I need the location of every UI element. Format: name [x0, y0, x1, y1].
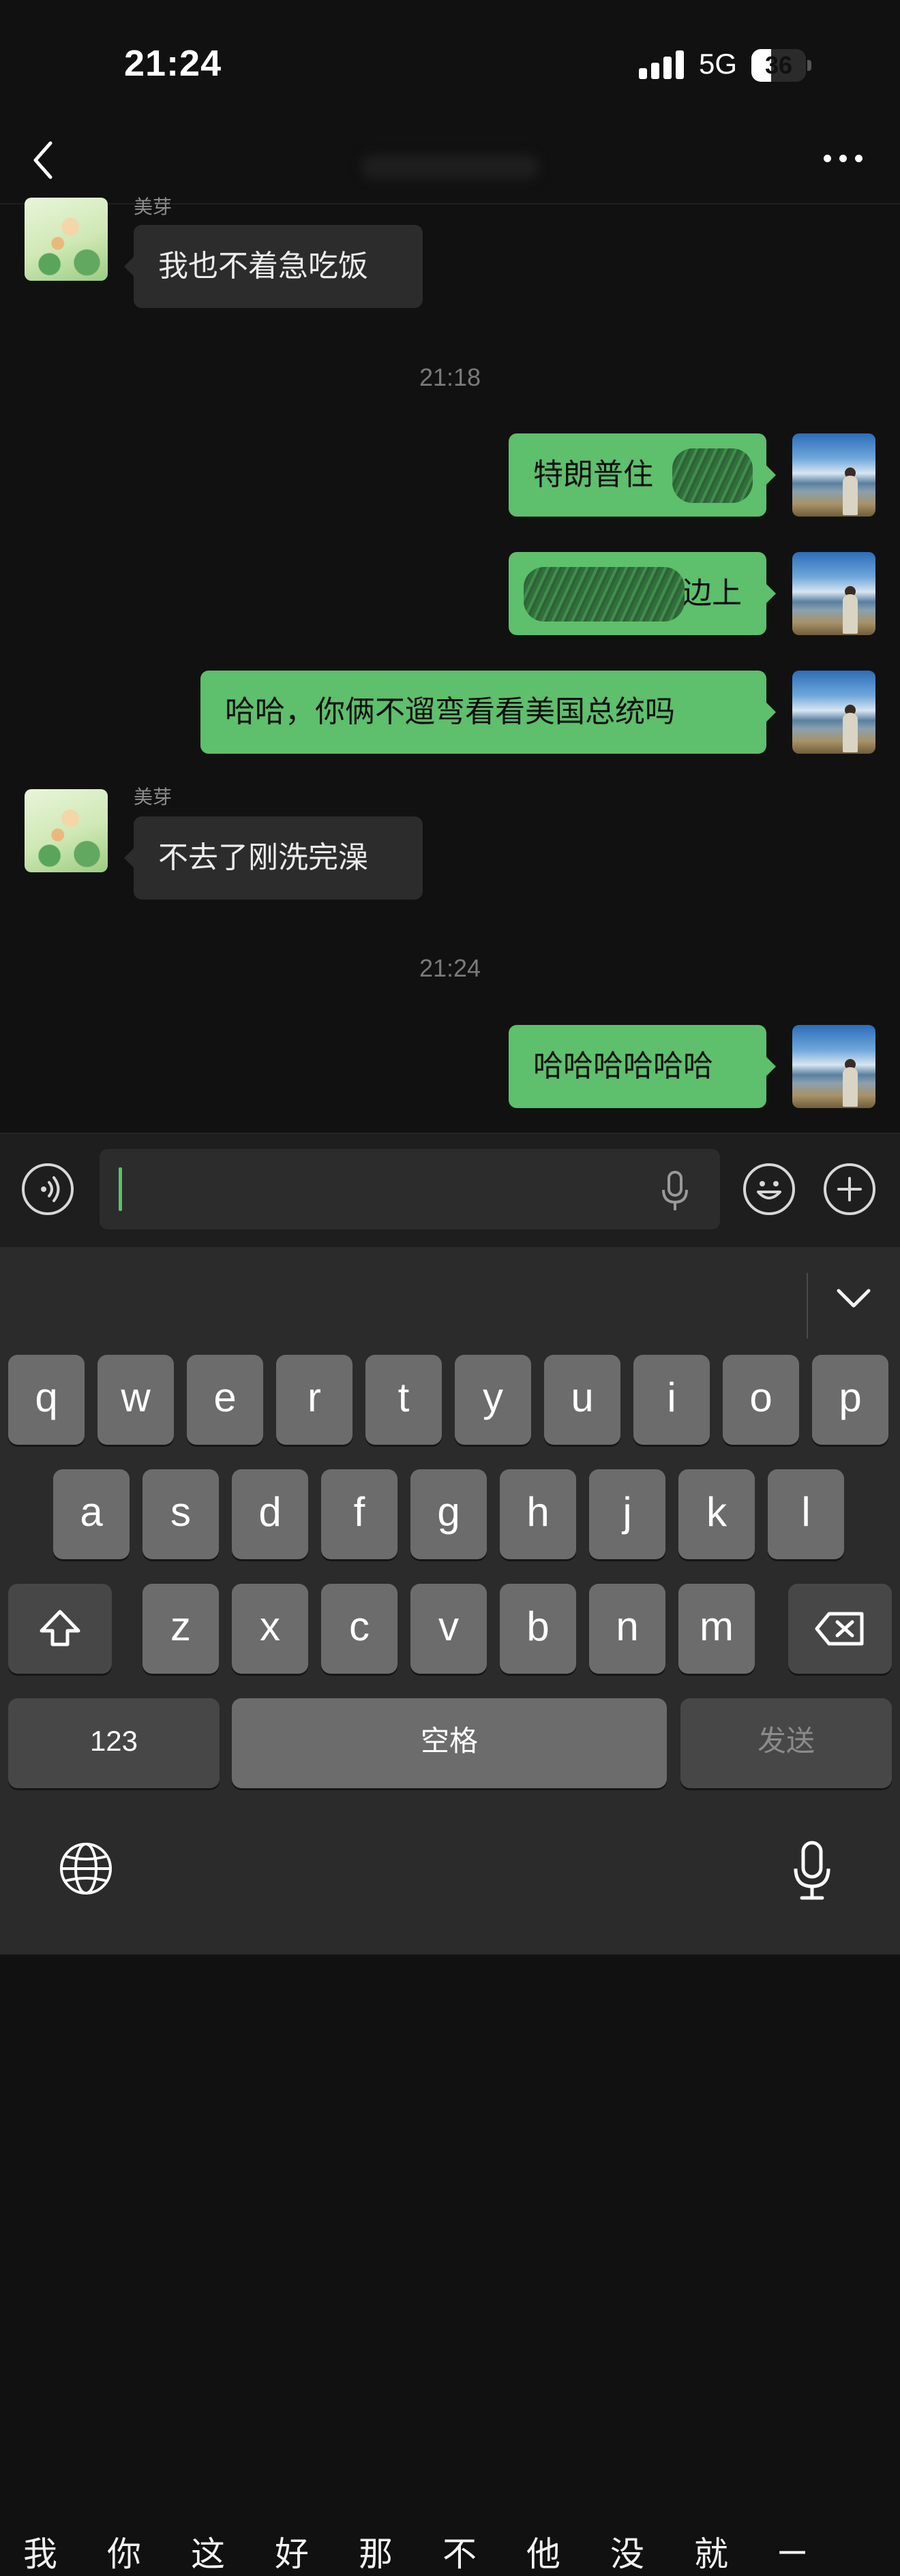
key-l[interactable]: l — [768, 1469, 844, 1559]
shift-key[interactable] — [8, 1584, 112, 1674]
message-timestamp: 21:24 — [419, 954, 481, 982]
message-bubble-incoming[interactable]: 不去了刚洗完澡 — [124, 816, 423, 900]
key-q[interactable]: q — [8, 1355, 85, 1445]
candidate-divider — [807, 1273, 808, 1338]
my-avatar[interactable] — [792, 433, 875, 517]
message-text: 特朗普住 — [533, 457, 653, 492]
message-input[interactable] — [100, 1149, 720, 1229]
candidate-word[interactable]: 他 — [526, 2527, 560, 2576]
numbers-key[interactable]: 123 — [8, 1698, 220, 1788]
sender-name: 美芽 — [134, 786, 172, 808]
message-bubble-outgoing[interactable]: 哈哈，你俩不遛弯看看美国总统吗 — [200, 671, 776, 754]
key-y[interactable]: y — [455, 1355, 531, 1445]
status-time: 21:24 — [124, 43, 222, 84]
candidate-word[interactable]: 一 — [778, 2527, 805, 2576]
key-k[interactable]: k — [678, 1469, 755, 1559]
globe-icon[interactable] — [57, 1840, 115, 1897]
contact-avatar[interactable] — [25, 789, 108, 872]
key-w[interactable]: w — [97, 1355, 174, 1445]
contact-avatar[interactable] — [25, 198, 108, 281]
candidate-word[interactable]: 没 — [610, 2527, 644, 2576]
key-d[interactable]: d — [232, 1469, 308, 1559]
send-key[interactable]: 发送 — [680, 1698, 892, 1788]
candidate-word[interactable]: 我 — [23, 2527, 57, 2576]
more-icon[interactable] — [820, 147, 867, 174]
back-icon[interactable] — [27, 136, 61, 184]
message-timestamp: 21:18 — [419, 363, 481, 391]
add-icon[interactable] — [824, 1163, 875, 1215]
redaction-scribble — [672, 448, 753, 503]
redaction-scribble — [524, 567, 685, 622]
key-f[interactable]: f — [321, 1469, 397, 1559]
backspace-key[interactable] — [788, 1584, 892, 1674]
candidate-word[interactable]: 好 — [275, 2527, 309, 2576]
key-r[interactable]: r — [276, 1355, 352, 1445]
emoji-icon[interactable] — [743, 1163, 795, 1215]
key-h[interactable]: h — [500, 1469, 576, 1559]
my-avatar[interactable] — [792, 1025, 875, 1108]
key-o[interactable]: o — [723, 1355, 799, 1445]
mic-icon[interactable] — [659, 1171, 691, 1212]
space-key[interactable]: 空格 — [232, 1698, 667, 1788]
key-t[interactable]: t — [365, 1355, 442, 1445]
key-c[interactable]: c — [321, 1584, 397, 1674]
key-m[interactable]: m — [678, 1584, 755, 1674]
sender-name: 美芽 — [134, 196, 172, 218]
voice-input-icon[interactable] — [22, 1163, 74, 1215]
candidate-word[interactable]: 那 — [359, 2527, 393, 2576]
chat-title — [300, 142, 600, 183]
message-text: 边上 — [682, 576, 742, 611]
message-bubble-outgoing[interactable]: 特朗普住 — [509, 433, 776, 517]
key-u[interactable]: u — [544, 1355, 620, 1445]
network-type: 5G — [699, 48, 738, 80]
key-p[interactable]: p — [812, 1355, 888, 1445]
battery-icon: 36 — [751, 49, 811, 82]
candidate-bar: 我 你 这 好 那 不 他 没 就 一 — [0, 1247, 900, 2574]
my-avatar[interactable] — [792, 671, 875, 754]
dictation-mic-icon[interactable] — [792, 1840, 832, 1901]
my-avatar[interactable] — [792, 552, 875, 635]
key-i[interactable]: i — [633, 1355, 710, 1445]
key-s[interactable]: s — [142, 1469, 219, 1559]
chevron-down-icon[interactable] — [833, 1285, 874, 1313]
redacted-title — [361, 155, 539, 179]
message-bubble-outgoing[interactable]: 边上 — [509, 552, 776, 635]
key-g[interactable]: g — [410, 1469, 487, 1559]
message-bubble-outgoing[interactable]: 哈哈哈哈哈哈 — [509, 1025, 776, 1108]
candidate-word[interactable]: 就 — [694, 2527, 728, 2576]
key-b[interactable]: b — [500, 1584, 576, 1674]
battery-level: 36 — [764, 51, 793, 79]
candidate-word[interactable]: 你 — [107, 2527, 141, 2576]
key-e[interactable]: e — [187, 1355, 263, 1445]
key-j[interactable]: j — [589, 1469, 665, 1559]
message-bubble-incoming[interactable]: 我也不着急吃饭 — [124, 225, 423, 308]
key-x[interactable]: x — [232, 1584, 308, 1674]
cellular-signal-icon — [639, 50, 684, 79]
key-z[interactable]: z — [142, 1584, 219, 1674]
key-v[interactable]: v — [410, 1584, 487, 1674]
candidate-word[interactable]: 不 — [442, 2527, 477, 2576]
candidate-word[interactable]: 这 — [191, 2527, 225, 2576]
key-n[interactable]: n — [589, 1584, 665, 1674]
text-caret — [119, 1167, 122, 1211]
key-a[interactable]: a — [53, 1469, 130, 1559]
